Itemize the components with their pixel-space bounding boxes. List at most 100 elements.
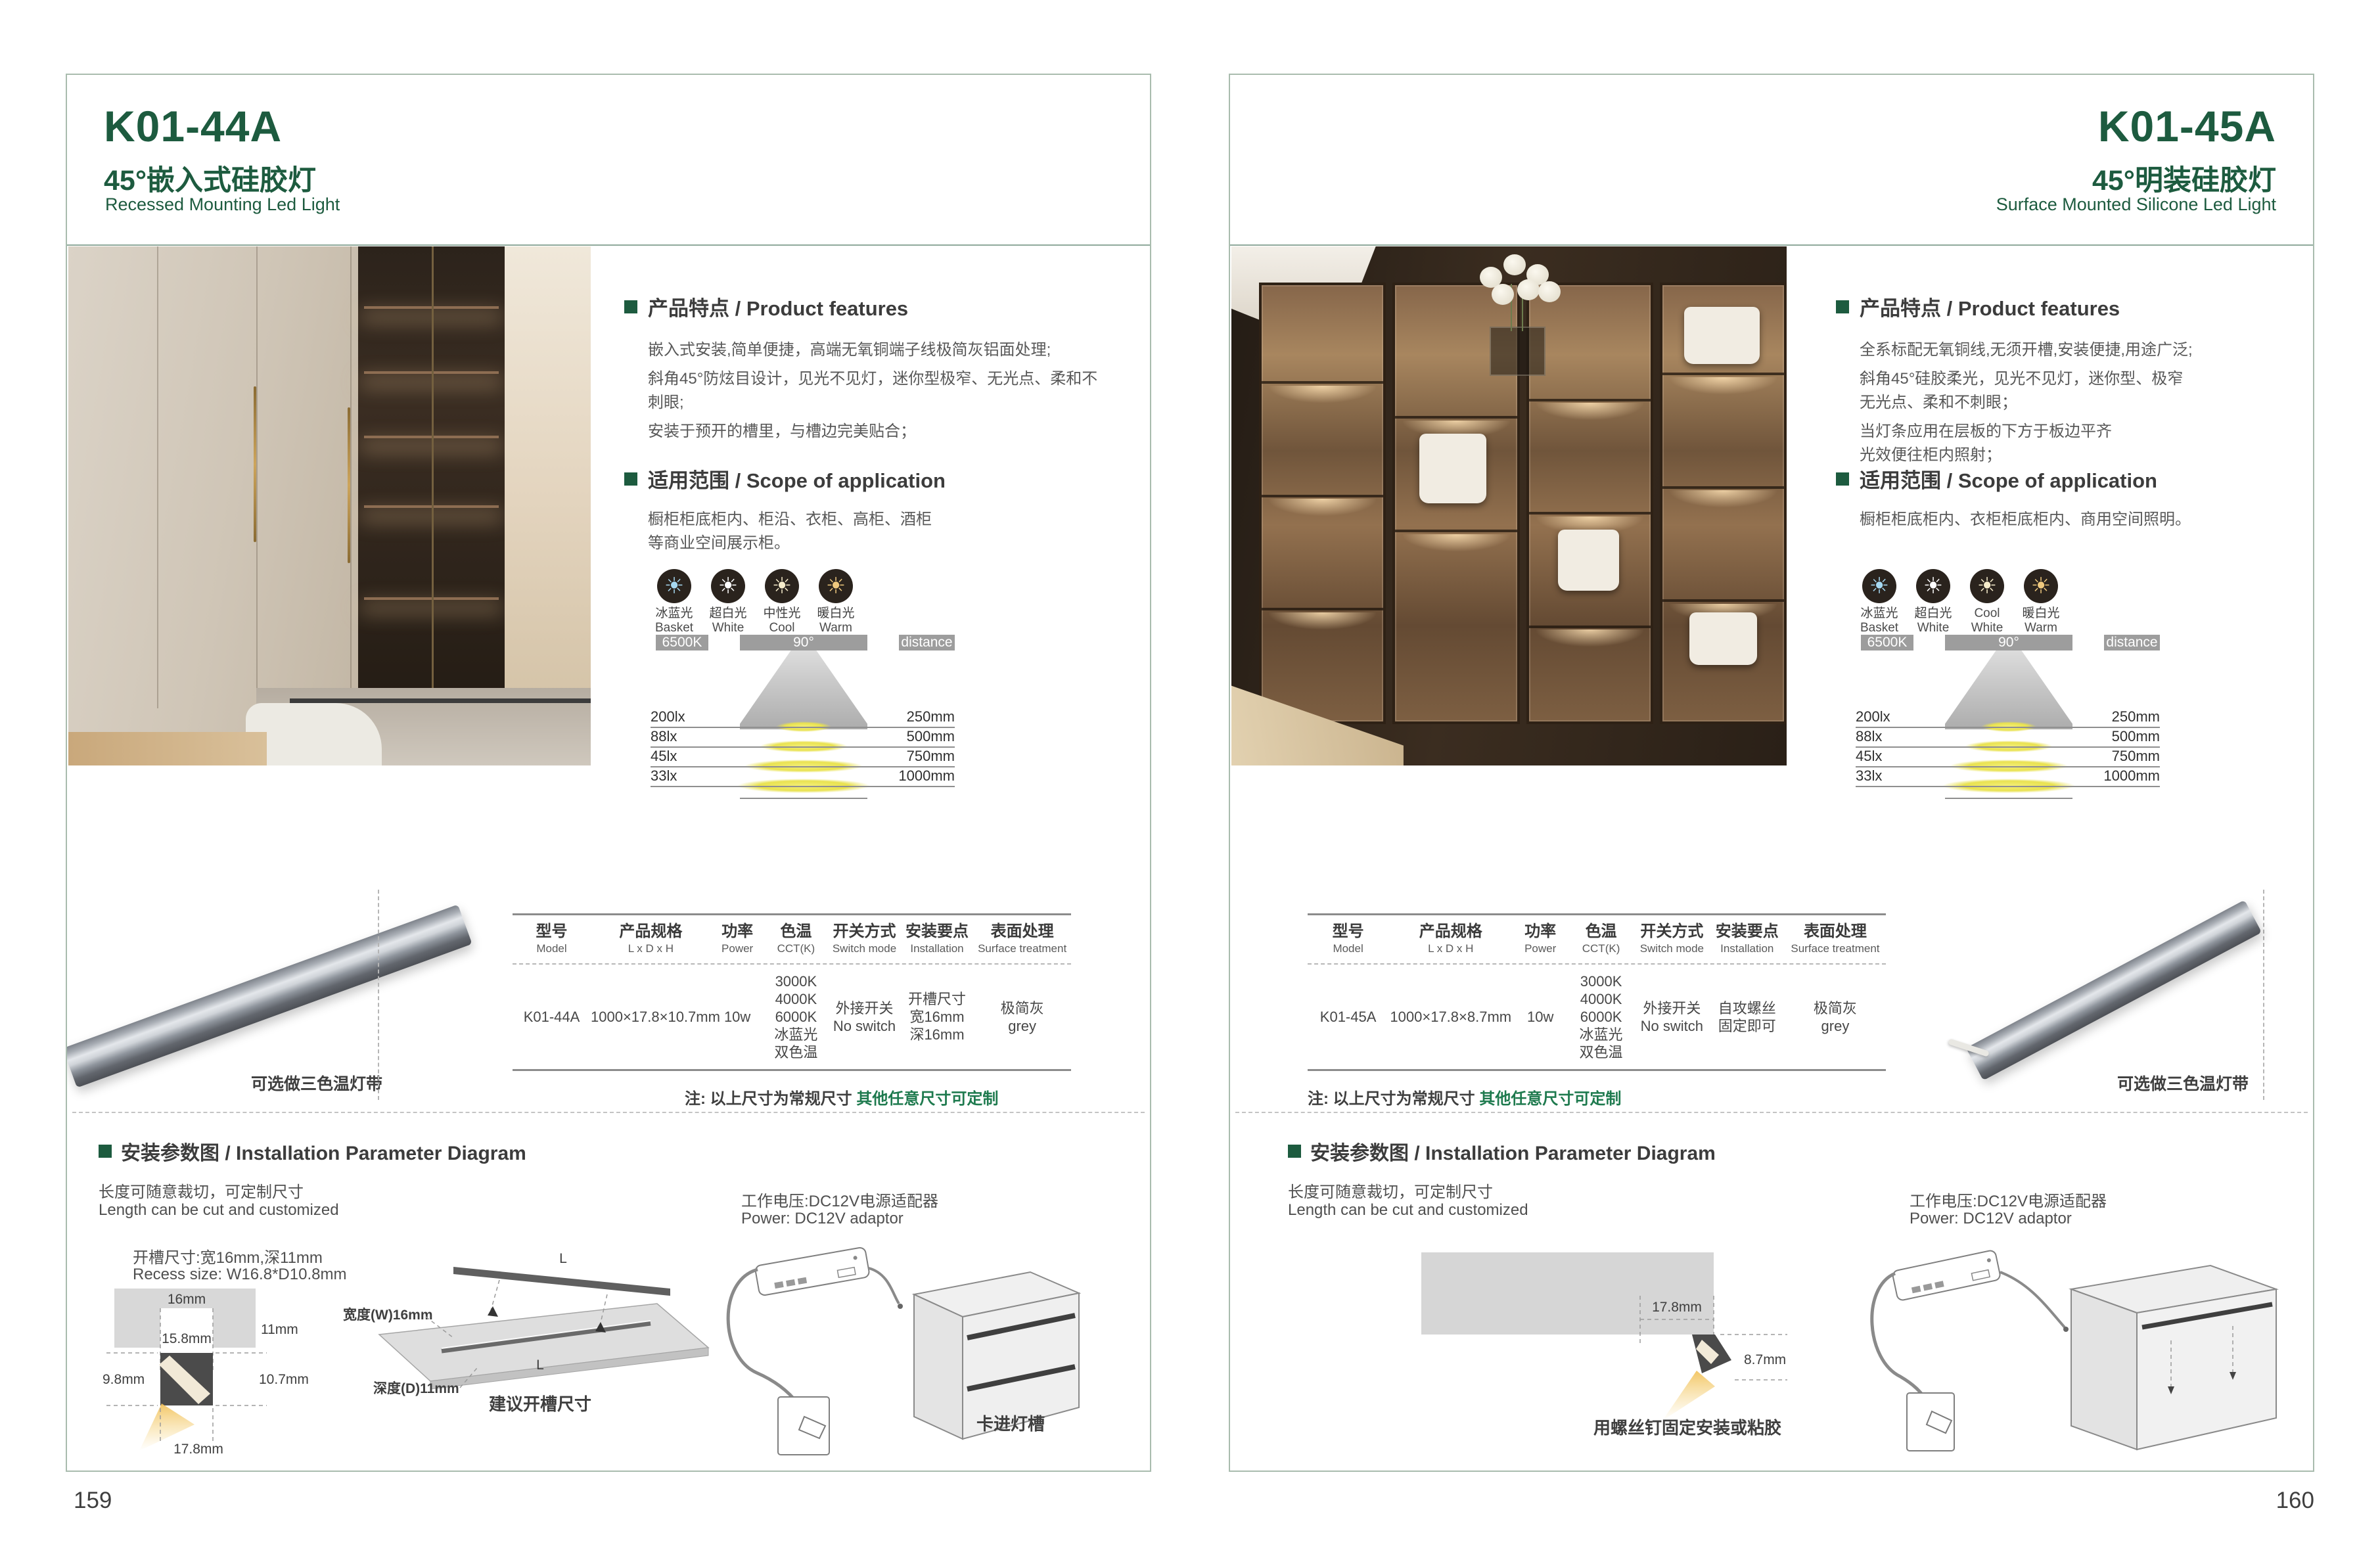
light-label-en: White — [1906, 621, 1961, 635]
distance-label: 750mm — [907, 748, 955, 765]
svg-text:L: L — [536, 1358, 544, 1373]
switch-value: 外接开关No switch — [1634, 999, 1709, 1035]
install-section-header: 安装参数图 / Installation Parameter Diagram — [1288, 1137, 1716, 1166]
table-header-row: 型号Model 产品规格L x D x H 功率Power 色温CCT(K) 开… — [1308, 913, 1886, 965]
bullet-square-icon — [1288, 1145, 1301, 1158]
glass-door — [1660, 283, 1787, 724]
light-mode-cool-white: ☀ Cool White — [1959, 569, 2015, 635]
switch-value: 外接开关No switch — [828, 999, 901, 1035]
light-mode-ice-blue: ☀ 冰蓝光 Basket — [1852, 569, 1907, 635]
folded-linen — [1689, 612, 1758, 665]
glass-door — [1259, 283, 1386, 724]
scope-line: 橱柜柜底柜内、柜沿、衣柜、高柜、酒柜 — [648, 508, 1104, 532]
light-mode-white: ☀ 超白光 White — [700, 569, 756, 635]
feature-line: 安装于预开的槽里，与槽边完美贴合； — [648, 420, 1104, 444]
light-label-cn: 暖白光 — [2013, 606, 2069, 621]
svg-text:卡进灯槽: 卡进灯槽 — [976, 1414, 1045, 1434]
cct-value: 3000K4000K6000K冰蓝光双色温 — [1568, 972, 1634, 1061]
features-header: 产品特点 / Product features — [1836, 292, 2270, 321]
sun-icon: ☀ — [819, 569, 853, 603]
bullet-square-icon — [1836, 300, 1849, 313]
recess-size-cn: 开槽尺寸:宽16mm,深11mm — [133, 1244, 323, 1267]
scope-header: 适用范围 / Scope of application — [624, 464, 1104, 493]
table-header-cell: 型号Model — [1308, 922, 1388, 955]
section-divider — [1235, 1112, 2308, 1113]
svg-text:建议开槽尺寸: 建议开槽尺寸 — [489, 1394, 591, 1414]
chart-line — [740, 798, 867, 799]
bullet-square-icon — [624, 472, 637, 486]
scope-header-text: 适用范围 / Scope of application — [1860, 464, 2157, 493]
aluminum-profile — [1966, 900, 2262, 1081]
svg-text:11mm: 11mm — [261, 1322, 298, 1337]
door-handle — [348, 407, 350, 563]
product-title-cn: 45°明装硅胶灯 — [2092, 158, 2276, 198]
aluminum-profile — [66, 904, 472, 1087]
table-header-cell: 安装要点Installation — [901, 922, 974, 955]
length-note-en: Length can be cut and customized — [99, 1201, 339, 1220]
feature-line: 当灯条应用在层板的下方于板边平齐 — [1860, 420, 2270, 444]
install-header-text: 安装参数图 / Installation Parameter Diagram — [121, 1137, 526, 1166]
light-label-en: Basket — [1852, 621, 1907, 635]
length-note-en: Length can be cut and customized — [1288, 1201, 1528, 1220]
groove-diagram: L 宽度(W)16mm 深度(D)11mm L 建议开槽尺寸 — [343, 1252, 724, 1413]
distance-label: 750mm — [2112, 748, 2160, 765]
light-label-cn: 超白光 — [1906, 606, 1961, 621]
lux-label: 200lx — [1856, 708, 1890, 725]
product-profile-image — [87, 896, 455, 1074]
table-header-cell: 功率Power — [1513, 922, 1568, 955]
distance-bar: distance — [899, 635, 955, 650]
light-label-en: Basket — [647, 621, 702, 635]
recess-size-en: Recess size: W16.8*D10.8mm — [133, 1266, 346, 1284]
angle-bar: 90° — [1945, 635, 2072, 650]
feature-line: 嵌入式安装,简单便捷，高端无氧铜端子线极简灰铝面处理; — [648, 338, 1104, 362]
product-profile-image — [1966, 896, 2249, 1067]
table-header-row: 型号Model 产品规格L x D x H 功率Power 色温CCT(K) 开… — [513, 913, 1071, 965]
install-value: 开槽尺寸宽16mm深16mm — [901, 990, 974, 1043]
svg-text:17.8mm: 17.8mm — [173, 1442, 223, 1457]
distance-label: 1000mm — [2103, 767, 2160, 785]
product-features-section: 产品特点 / Product features 全系标配无氧铜线,无须开槽,安装… — [1836, 292, 2270, 472]
lux-label: 88lx — [1856, 728, 1882, 745]
light-label-en: White — [700, 621, 756, 635]
catalog-page-left: K01-44A 45°嵌入式硅胶灯 Recessed Mounting Led … — [66, 74, 1151, 1472]
install-value: 自攻螺丝固定即可 — [1710, 999, 1785, 1035]
svg-text:L: L — [559, 1251, 567, 1266]
wall — [505, 246, 591, 708]
svg-text:8.7mm: 8.7mm — [1744, 1352, 1786, 1367]
distance-bar: distance — [2104, 635, 2160, 650]
lux-label: 88lx — [651, 728, 677, 745]
distance-label: 250mm — [2112, 708, 2160, 725]
recess-diagram: 16mm 11mm 15.8mm 9.8mm 10.7mm 17.8mm — [101, 1285, 318, 1463]
beam-cone — [740, 650, 867, 729]
svg-text:深度(D)11mm: 深度(D)11mm — [373, 1381, 459, 1396]
product-caption: 可选做三色温灯带 — [225, 1071, 409, 1095]
chart-line — [1856, 786, 2160, 787]
header-divider — [67, 244, 1150, 246]
install-header-text: 安装参数图 / Installation Parameter Diagram — [1310, 1137, 1716, 1166]
handbag — [1684, 307, 1760, 363]
scope-section: 适用范围 / Scope of application 橱柜柜底柜内、柜沿、衣柜… — [624, 464, 1104, 560]
bullet-square-icon — [624, 300, 637, 313]
sun-icon: ☀ — [1916, 569, 1950, 603]
lux-label: 33lx — [1856, 767, 1882, 785]
light-label-cn: 暖白光 — [808, 606, 863, 621]
distance-chart: 6500K 90° distance 200lx 88lx 45lx 33lx … — [651, 635, 955, 735]
cct-bar: 6500K — [1861, 635, 1913, 650]
sun-icon: ☀ — [1970, 569, 2004, 603]
power-note-cn: 工作电压:DC12V电源适配器 — [1910, 1188, 2107, 1211]
right-page-photo — [1231, 246, 1787, 765]
features-header: 产品特点 / Product features — [624, 292, 1104, 321]
table-header-cell: 安装要点Installation — [1710, 922, 1785, 955]
lux-label: 200lx — [651, 708, 685, 725]
beam-chart-block: ☀ 冰蓝光 Basket ☀ 超白光 White ☀ Cool White ☀ … — [1856, 569, 2160, 735]
custom-size-note: 注: 以上尺寸为常规尺寸 其他任意尺寸可定制 — [1308, 1085, 1621, 1108]
cct-value: 3000K4000K6000K冰蓝光双色温 — [764, 972, 829, 1061]
product-title-cn: 45°嵌入式硅胶灯 — [104, 158, 316, 198]
bullet-square-icon — [99, 1145, 112, 1158]
scope-section: 适用范围 / Scope of application 橱柜柜底柜内、衣柜柜底柜… — [1836, 464, 2283, 537]
distance-label: 500mm — [907, 728, 955, 745]
table-header-cell: 色温CCT(K) — [764, 922, 829, 955]
page-number-left: 159 — [74, 1488, 112, 1514]
bullet-square-icon — [1836, 472, 1849, 486]
lux-label: 33lx — [651, 767, 677, 785]
